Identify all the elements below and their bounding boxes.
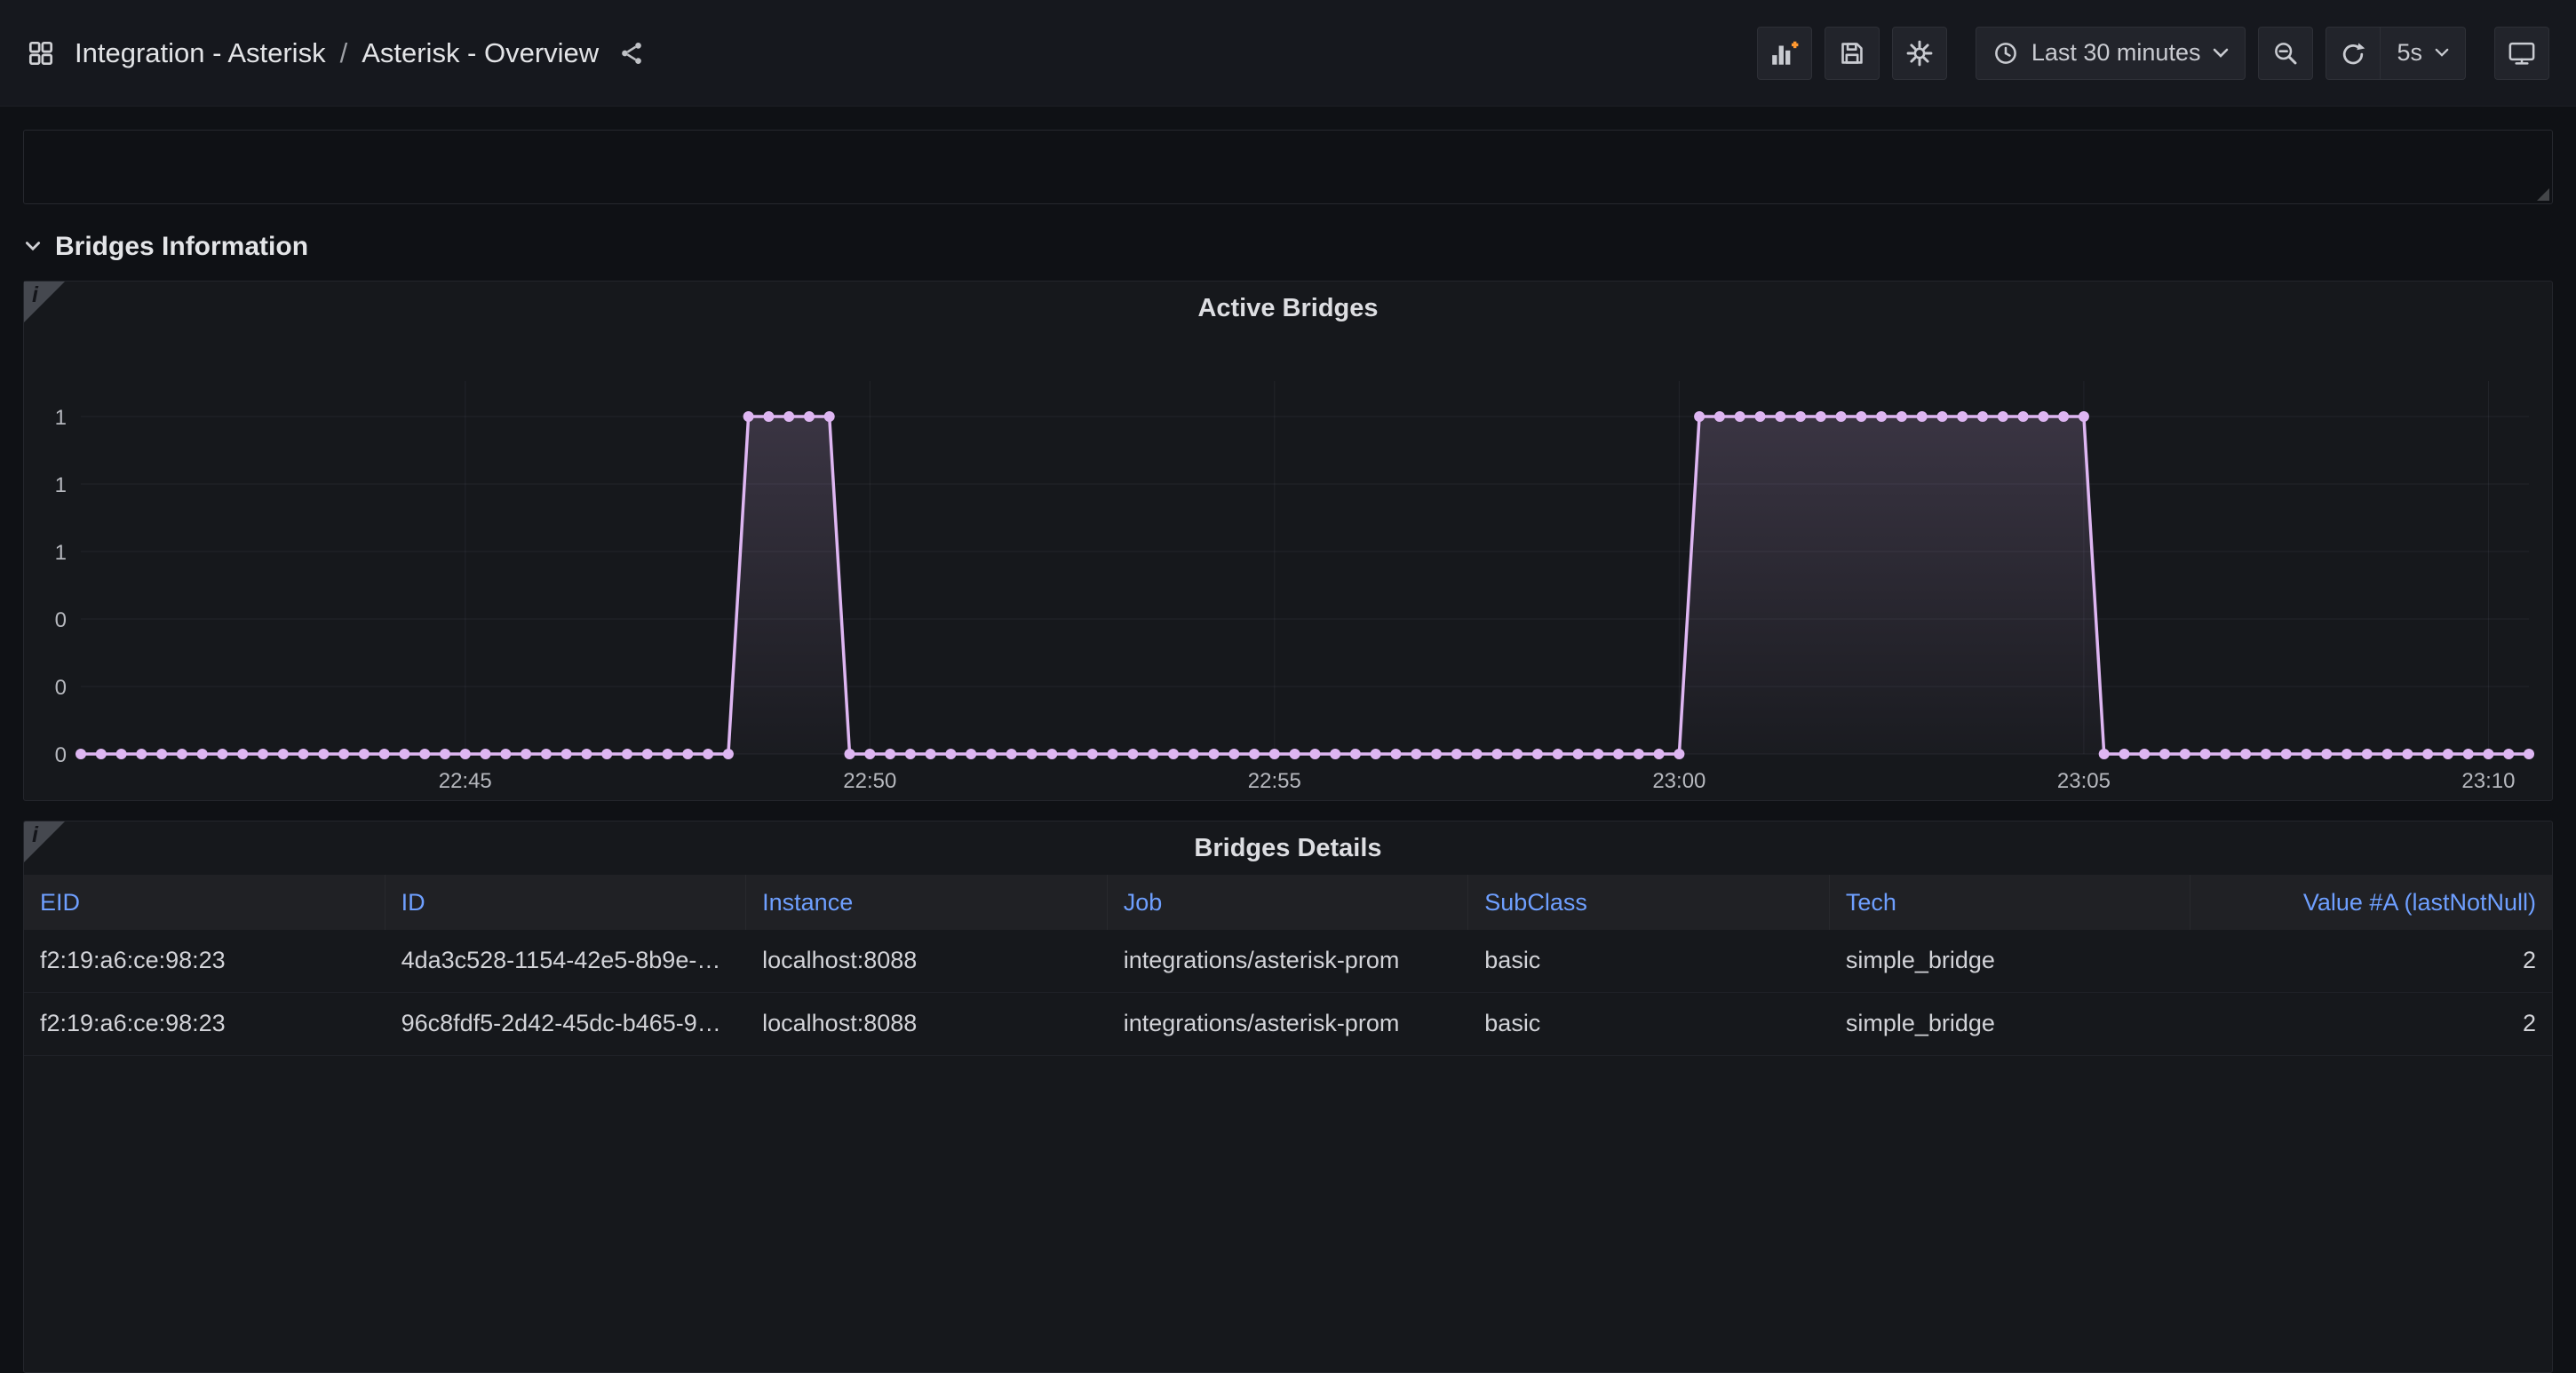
- refresh-group: 5s: [2326, 27, 2466, 80]
- navbar: Integration - Asterisk / Asterisk - Over…: [0, 0, 2576, 107]
- info-icon: i: [32, 822, 38, 848]
- chevron-down-icon: [2213, 48, 2229, 59]
- table-cell: 96c8fdf5-2d42-45dc-b465-9…: [386, 993, 747, 1055]
- table-cell: localhost:8088: [746, 930, 1108, 992]
- table-row: f2:19:a6:ce:98:234da3c528-1154-42e5-8b9e…: [24, 930, 2552, 993]
- bridges-details-panel-title[interactable]: Bridges Details: [24, 821, 2552, 875]
- x-tick-label: 22:50: [843, 769, 896, 793]
- y-tick-label: 1: [55, 473, 67, 497]
- column-header-tech[interactable]: Tech: [1830, 875, 2191, 930]
- row-chevron-down-icon: [23, 237, 43, 257]
- column-header-eid[interactable]: EID: [24, 875, 386, 930]
- breadcrumb-separator: /: [340, 37, 348, 69]
- time-zoom-out-button[interactable]: [2258, 27, 2313, 80]
- gear-icon: [1905, 39, 1934, 67]
- table-cell: 2: [2190, 930, 2552, 992]
- apps-grid-icon: [27, 39, 55, 67]
- y-tick-label: 1: [55, 541, 67, 565]
- chevron-down-icon: [2435, 48, 2449, 58]
- share-icon: [618, 40, 645, 67]
- x-tick-label: 22:55: [1248, 769, 1301, 793]
- column-header-job[interactable]: Job: [1108, 875, 1469, 930]
- series-area: [81, 417, 2529, 754]
- active-bridges-chart: 1 1 1 0 0 0 22:45 22:50 22:55 23:00 23:05 23:10: [24, 335, 2552, 793]
- y-tick-label: 0: [55, 608, 67, 632]
- row-bridges-information[interactable]: Bridges Information: [23, 227, 2553, 266]
- x-tick-label: 22:45: [439, 769, 492, 793]
- breadcrumb: Integration - Asterisk / Asterisk - Over…: [75, 37, 599, 69]
- table-cell: 2: [2190, 993, 2552, 1055]
- apps-menu-button[interactable]: [27, 39, 55, 67]
- table-cell: localhost:8088: [746, 993, 1108, 1055]
- refresh-interval-label: 5s: [2397, 39, 2422, 67]
- clock-icon: [1992, 40, 2019, 67]
- dashboard-content: Bridges Information i Active Bridges 111…: [0, 130, 2576, 1373]
- active-bridges-panel-title[interactable]: Active Bridges: [24, 282, 2552, 335]
- table-cell: 4da3c528-1154-42e5-8b9e-…: [386, 930, 747, 992]
- chart-grid: 1 1 1 0 0 0 22:45 22:50 22:55 23:00 23:05 23:10: [55, 381, 2529, 793]
- info-icon: i: [32, 282, 38, 308]
- y-tick-label: 0: [55, 743, 67, 767]
- y-tick-label: 1: [55, 406, 67, 430]
- kiosk-mode-button[interactable]: [2494, 27, 2549, 80]
- row-title: Bridges Information: [55, 232, 308, 262]
- navbar-left: Integration - Asterisk / Asterisk - Over…: [27, 37, 645, 69]
- breadcrumb-folder[interactable]: Integration - Asterisk: [75, 37, 326, 69]
- table-cell: simple_bridge: [1830, 930, 2191, 992]
- add-panel-button[interactable]: [1757, 27, 1812, 80]
- column-header-instance[interactable]: Instance: [746, 875, 1108, 930]
- table-cell: integrations/asterisk-prom: [1108, 993, 1469, 1055]
- table-cell: integrations/asterisk-prom: [1108, 930, 1469, 992]
- dashboard-settings-button[interactable]: [1892, 27, 1947, 80]
- bridges-table-header: EIDIDInstanceJobSubClassTechValue #A (la…: [24, 875, 2552, 930]
- series-points: [76, 411, 2534, 759]
- refresh-icon: [2340, 40, 2366, 67]
- time-range-label: Last 30 minutes: [2031, 39, 2201, 67]
- x-tick-label: 23:10: [2461, 769, 2515, 793]
- table-cell: f2:19:a6:ce:98:23: [24, 993, 386, 1055]
- empty-panel[interactable]: [23, 130, 2553, 204]
- save-icon: [1838, 39, 1866, 67]
- breadcrumb-dashboard[interactable]: Asterisk - Overview: [362, 37, 599, 69]
- bridges-details-panel: i Bridges Details EIDIDInstanceJobSubCla…: [23, 821, 2553, 1373]
- save-dashboard-button[interactable]: [1825, 27, 1880, 80]
- add-panel-icon: [1769, 38, 1800, 68]
- refresh-interval-picker[interactable]: 5s: [2381, 27, 2466, 80]
- table-cell: basic: [1468, 930, 1830, 992]
- table-cell: basic: [1468, 993, 1830, 1055]
- zoom-out-icon: [2272, 40, 2299, 67]
- toolbar: Last 30 minutes 5s: [1757, 27, 2549, 80]
- monitor-icon: [2508, 39, 2536, 67]
- bridges-table-body: f2:19:a6:ce:98:234da3c528-1154-42e5-8b9e…: [24, 930, 2552, 1056]
- series-line: [81, 417, 2529, 754]
- column-header-id[interactable]: ID: [386, 875, 747, 930]
- active-bridges-panel: i Active Bridges 1 1 1 0 0 0 22:45 22:50 22:55 23…: [23, 281, 2553, 801]
- time-range-picker[interactable]: Last 30 minutes: [1976, 27, 2246, 80]
- panel-resize-handle[interactable]: [2537, 188, 2549, 201]
- column-header-value-a-lastnotnull-[interactable]: Value #A (lastNotNull): [2190, 875, 2552, 930]
- share-dashboard-button[interactable]: [618, 40, 645, 67]
- x-tick-label: 23:05: [2057, 769, 2111, 793]
- column-header-subclass[interactable]: SubClass: [1468, 875, 1830, 930]
- table-cell: simple_bridge: [1830, 993, 2191, 1055]
- refresh-button[interactable]: [2326, 27, 2381, 80]
- x-tick-label: 23:00: [1652, 769, 1705, 793]
- table-cell: f2:19:a6:ce:98:23: [24, 930, 386, 992]
- y-tick-label: 0: [55, 676, 67, 700]
- table-row: f2:19:a6:ce:98:2396c8fdf5-2d42-45dc-b465…: [24, 993, 2552, 1056]
